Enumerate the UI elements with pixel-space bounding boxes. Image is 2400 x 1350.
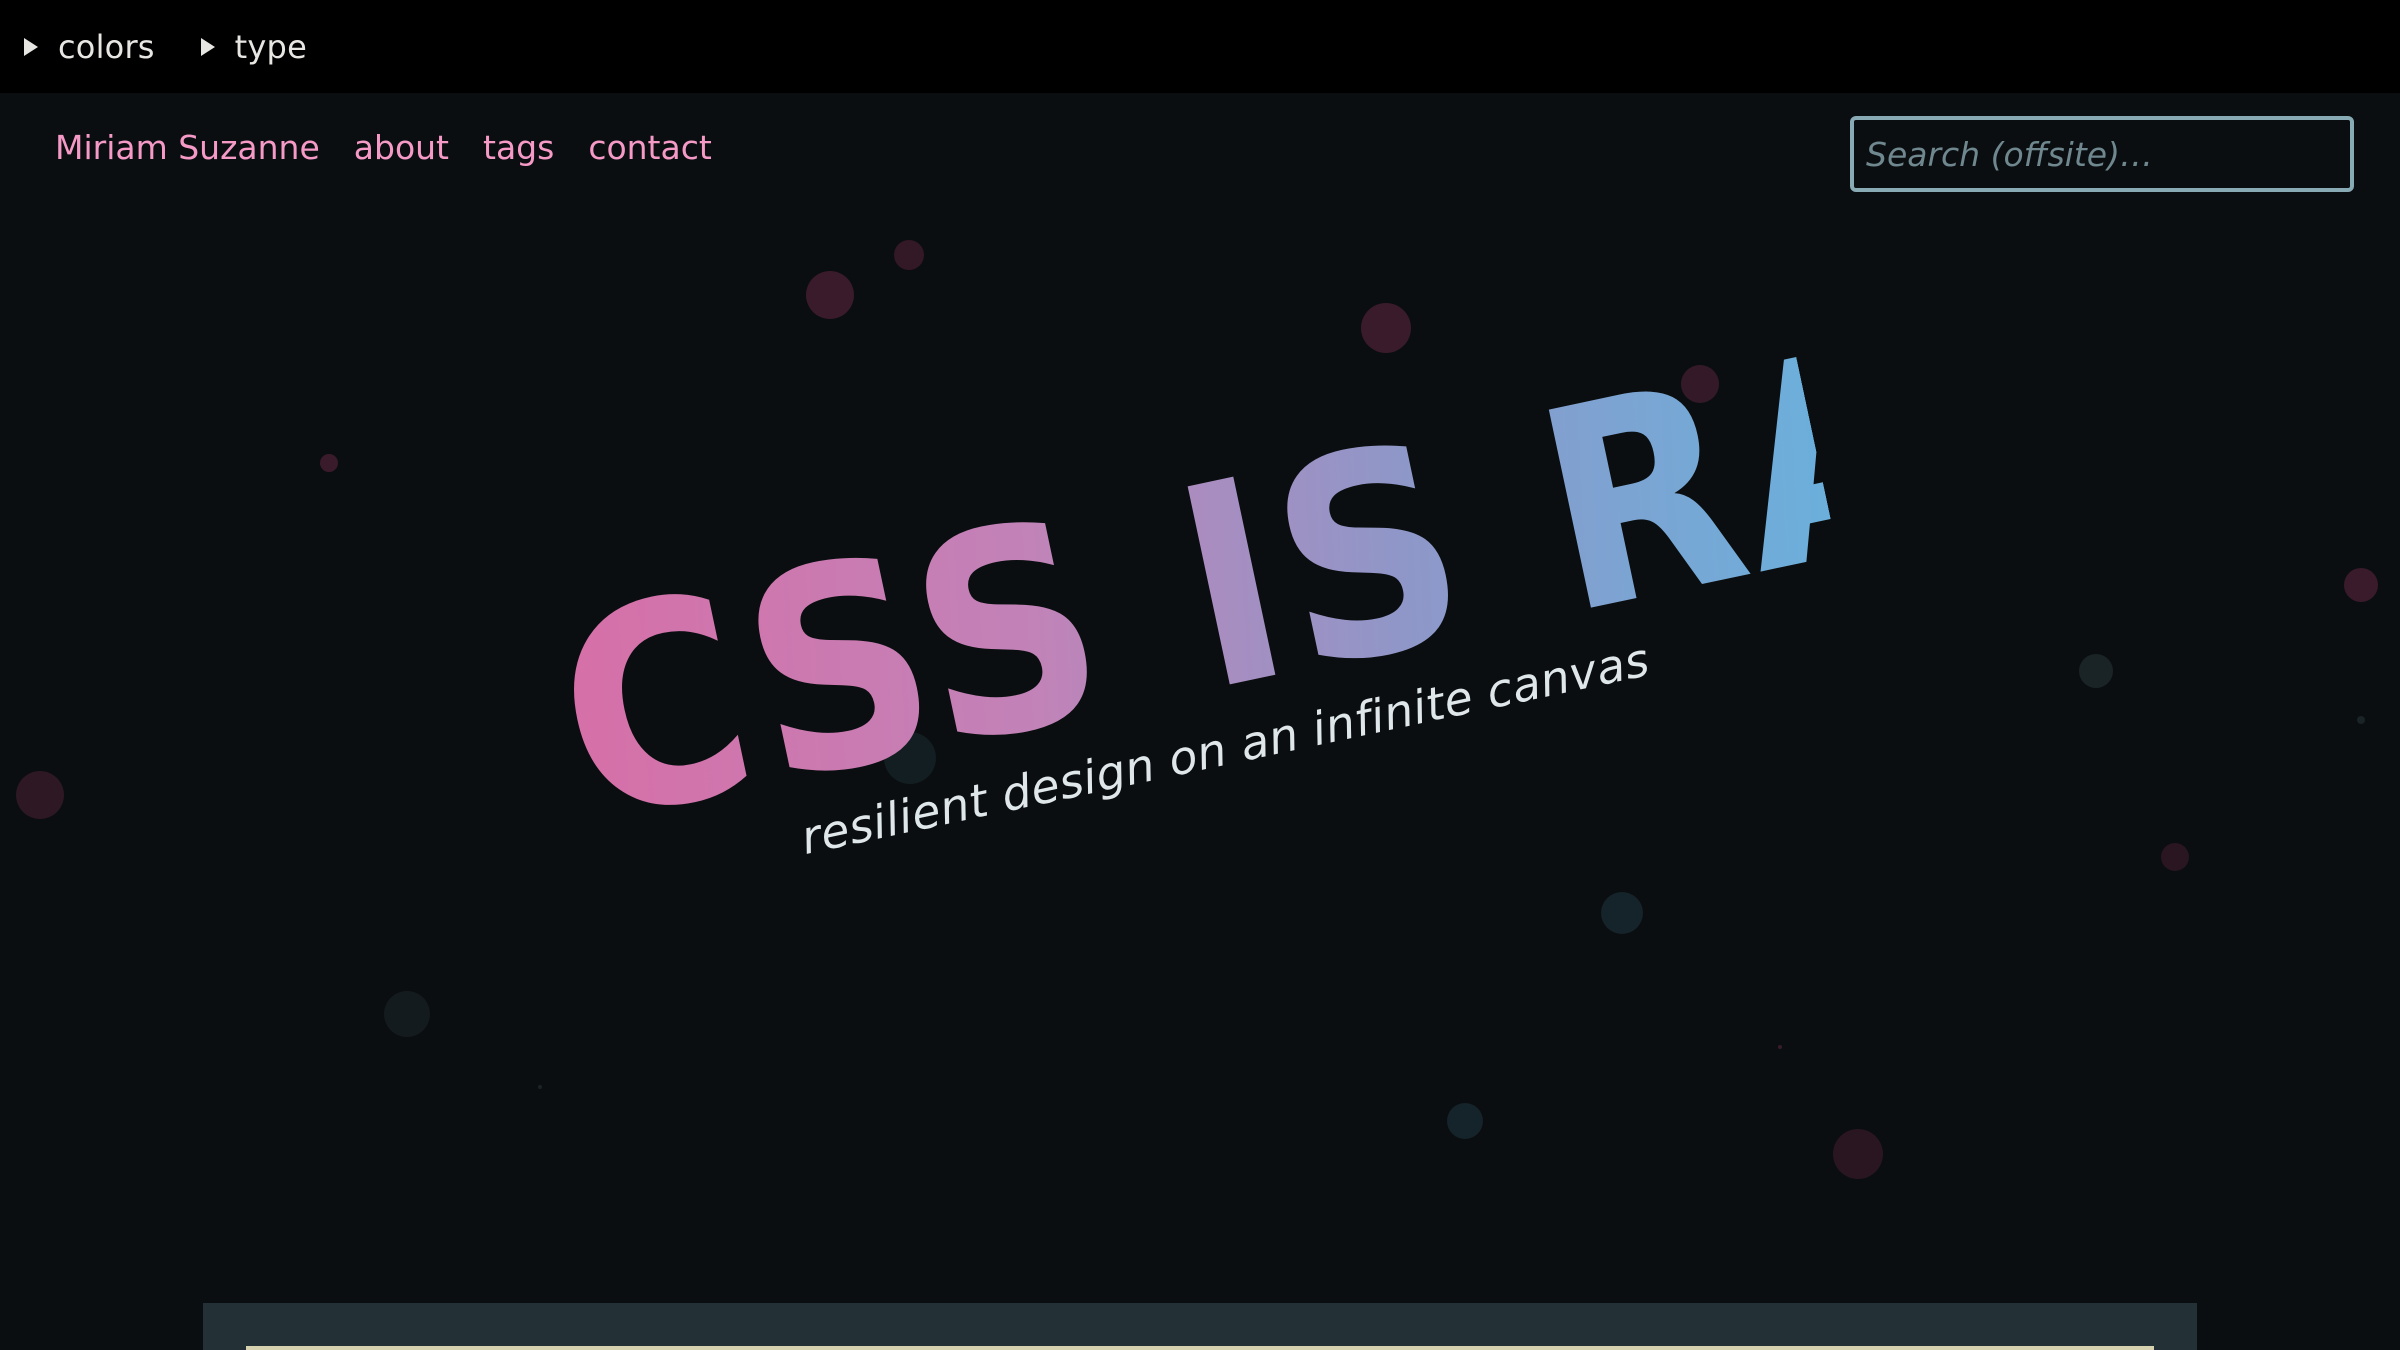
hero-title: CSS IS RAD [533,236,2171,886]
colors-toggle[interactable]: colors [24,0,155,93]
type-toggle[interactable]: type [200,0,307,93]
site-nav: Miriam Suzanne about tags contact [55,128,712,167]
content-divider [246,1346,2154,1350]
colors-toggle-label: colors [58,27,155,66]
nav-item-contact[interactable]: contact [588,128,712,167]
disclosure-triangle-icon [200,37,215,56]
settings-bar: colors type [0,0,2400,93]
nav-item-about[interactable]: about [354,128,449,167]
nav-item-tags[interactable]: tags [483,128,554,167]
hero-banner: CSS IS RAD resilient design on an infini… [0,237,2400,950]
content-card [203,1303,2197,1350]
search-input[interactable] [1850,116,2354,192]
hero-tilted-group: CSS IS RAD resilient design on an infini… [533,237,2170,908]
type-toggle-label: type [234,27,307,66]
site-name-link[interactable]: Miriam Suzanne [55,128,320,167]
disclosure-triangle-icon [24,37,38,56]
